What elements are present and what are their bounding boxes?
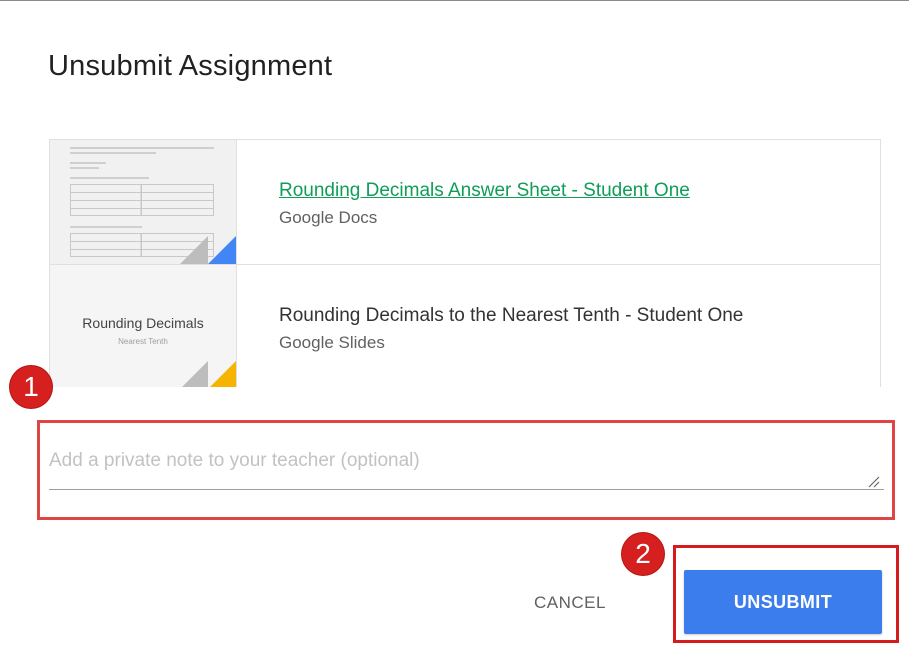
- top-divider: [0, 0, 909, 1]
- attachment-title[interactable]: Rounding Decimals to the Nearest Tenth -…: [279, 305, 743, 327]
- cancel-button[interactable]: CANCEL: [510, 578, 630, 628]
- unsubmit-button[interactable]: UNSUBMIT: [684, 570, 882, 634]
- attachment-title-link[interactable]: Rounding Decimals Answer Sheet - Student…: [279, 180, 690, 202]
- attachment-thumbnail-docs[interactable]: [50, 140, 237, 264]
- attachment-type: Google Slides: [279, 333, 385, 352]
- google-slides-icon: [182, 361, 236, 387]
- resize-handle-icon[interactable]: [866, 474, 880, 488]
- attachment-list: Rounding Decimals Answer Sheet - Student…: [49, 139, 881, 387]
- dialog-title: Unsubmit Assignment: [48, 50, 333, 82]
- private-note-input[interactable]: [49, 442, 884, 490]
- slide-thumbnail-title: Rounding Decimals: [82, 315, 204, 331]
- step-badge-2: 2: [622, 533, 664, 575]
- unsubmit-dialog: Unsubmit Assignment Rounding Decimals An…: [0, 0, 909, 645]
- step-badge-1: 1: [10, 366, 52, 408]
- attachment-thumbnail-slides[interactable]: Rounding Decimals Nearest Tenth: [50, 265, 237, 387]
- google-docs-icon: [180, 236, 236, 264]
- attachment-item[interactable]: Rounding Decimals Answer Sheet - Student…: [50, 140, 880, 265]
- attachment-item[interactable]: Rounding Decimals Nearest Tenth Rounding…: [50, 265, 880, 387]
- attachment-type: Google Docs: [279, 208, 378, 227]
- slide-thumbnail-subtitle: Nearest Tenth: [118, 337, 168, 346]
